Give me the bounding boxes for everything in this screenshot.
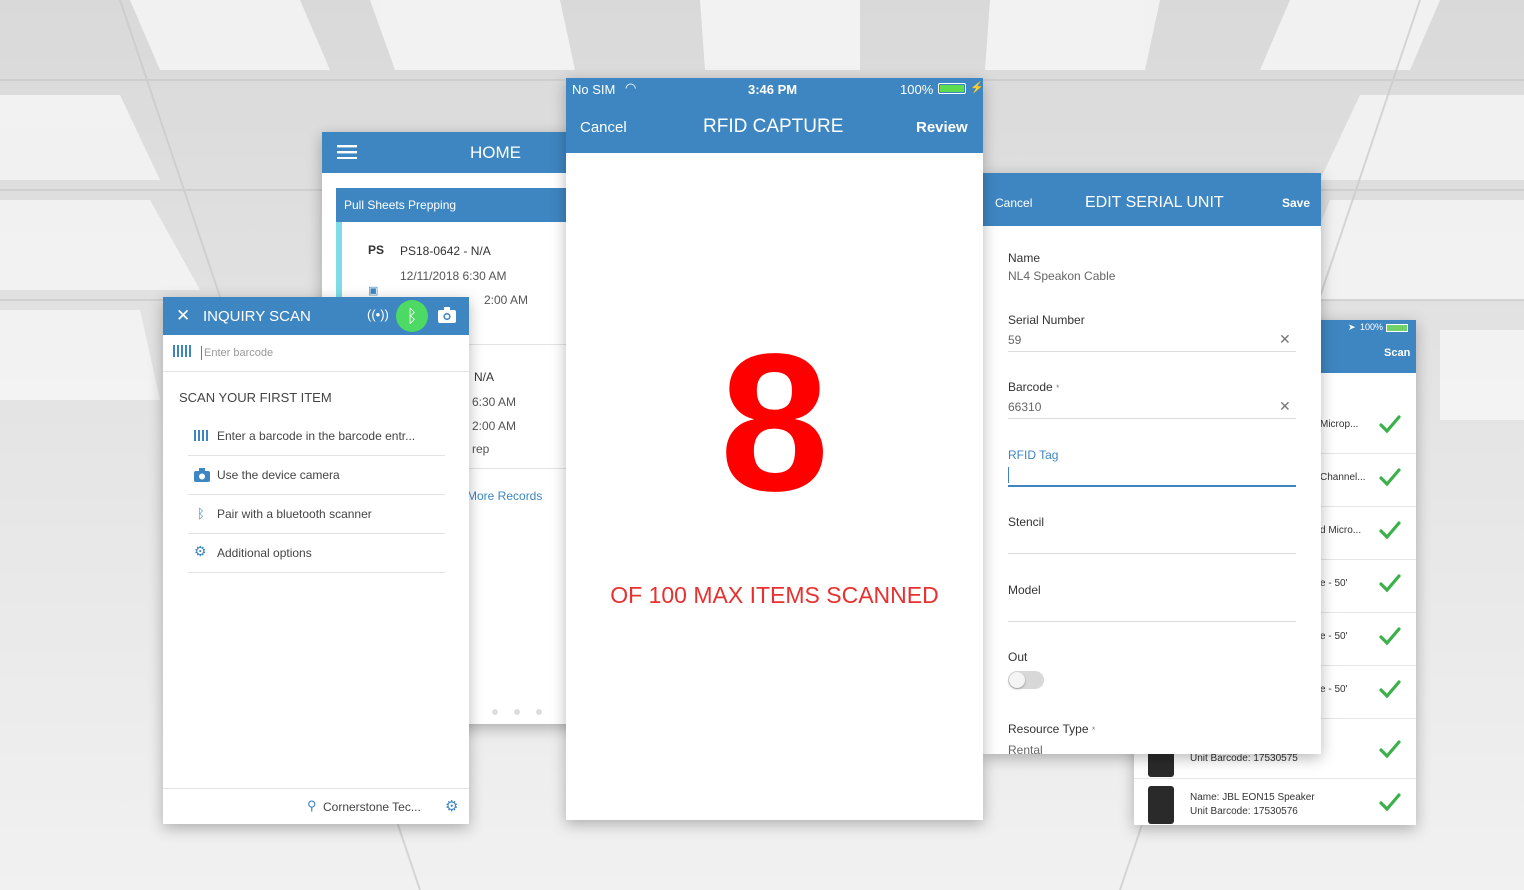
scan-count: 8 bbox=[719, 313, 829, 532]
camera-icon bbox=[194, 468, 210, 482]
close-icon[interactable]: ✕ bbox=[176, 306, 190, 326]
list-item[interactable]: Name: JBL EON15 Speaker Unit Barcode: 17… bbox=[1134, 778, 1416, 825]
rfid-label: RFID Tag bbox=[1008, 448, 1059, 462]
check-icon bbox=[1379, 521, 1401, 540]
record-id: N/A bbox=[474, 370, 495, 384]
more-records-link[interactable]: More Records bbox=[467, 489, 542, 503]
rfid-signal-icon[interactable]: ((•)) bbox=[367, 307, 389, 322]
check-icon bbox=[1379, 574, 1401, 593]
barcode-input[interactable]: Enter barcode bbox=[204, 347, 273, 359]
rfid-capture-screen: No SIM ◠ 3:46 PM 100% ⚡ Cancel RFID CAPT… bbox=[566, 78, 983, 820]
location-icon: ➤ bbox=[1348, 322, 1356, 332]
cancel-button[interactable]: Cancel bbox=[580, 119, 627, 136]
status-battery: 100% bbox=[1360, 322, 1384, 332]
calendar-icon: ▣ bbox=[368, 285, 379, 297]
serial-field[interactable]: 59 bbox=[1008, 333, 1021, 347]
cancel-button[interactable]: Cancel bbox=[995, 196, 1032, 210]
record-status: rep bbox=[472, 442, 490, 456]
model-label: Model bbox=[1008, 583, 1041, 597]
barcode-entry[interactable]: Enter barcode bbox=[163, 335, 469, 372]
save-button[interactable]: Save bbox=[1282, 196, 1310, 210]
barcode-icon bbox=[194, 430, 210, 441]
option-bluetooth-scanner[interactable]: ᛒ Pair with a bluetooth scanner bbox=[188, 495, 445, 534]
rfid-title: RFID CAPTURE bbox=[703, 116, 844, 137]
option-enter-barcode[interactable]: Enter a barcode in the barcode entr... bbox=[188, 417, 445, 456]
check-icon bbox=[1379, 415, 1401, 434]
serial-label: Serial Number bbox=[1008, 313, 1085, 327]
out-label: Out bbox=[1008, 650, 1028, 664]
review-button[interactable]: Review bbox=[916, 119, 968, 136]
status-carrier: No SIM bbox=[572, 82, 616, 97]
edit-header: Cancel EDIT SERIAL UNIT Save bbox=[983, 173, 1321, 226]
record-date: 2:00 AM bbox=[472, 419, 517, 433]
inquiry-title: INQUIRY SCAN bbox=[203, 308, 311, 325]
ps-label: PS bbox=[368, 243, 385, 257]
resource-type-label: Resource Type * bbox=[1008, 722, 1096, 736]
record-id: PS18-0642 - N/A bbox=[400, 244, 491, 258]
record-date: 6:30 AM bbox=[472, 395, 517, 409]
battery-icon bbox=[938, 83, 966, 94]
model-field[interactable] bbox=[1008, 621, 1296, 622]
record-date: 2:00 AM bbox=[484, 293, 529, 307]
record-date: 12/11/2018 6:30 AM bbox=[400, 269, 507, 283]
scan-caption: OF 100 MAX ITEMS SCANNED bbox=[610, 582, 939, 608]
clear-barcode-icon[interactable]: ✕ bbox=[1279, 398, 1291, 415]
page-dots bbox=[492, 702, 542, 720]
stencil-label: Stencil bbox=[1008, 515, 1045, 529]
barcode-field[interactable]: 66310 bbox=[1008, 400, 1041, 414]
battery-icon bbox=[1386, 324, 1408, 332]
resource-type-select[interactable]: Rental bbox=[1008, 743, 1043, 754]
gear-icon: ⚙ bbox=[194, 543, 207, 559]
bluetooth-icon: ᛒ bbox=[197, 506, 205, 521]
inquiry-scan-screen: ✕ INQUIRY SCAN ((•)) ᛒ Enter barcode SCA… bbox=[163, 297, 469, 824]
name-value: NL4 Speakon Cable bbox=[1008, 269, 1116, 283]
inquiry-footer: ⚲ Cornerstone Tec... ⚙ bbox=[163, 788, 469, 824]
rfid-field[interactable] bbox=[1008, 485, 1296, 487]
menu-icon[interactable] bbox=[337, 145, 357, 159]
name-label: Name bbox=[1008, 251, 1041, 265]
bluetooth-icon[interactable]: ᛒ bbox=[396, 300, 428, 332]
check-icon bbox=[1379, 740, 1401, 759]
section-header: Pull Sheets Prepping bbox=[336, 188, 582, 222]
edit-title: EDIT SERIAL UNIT bbox=[1085, 194, 1224, 211]
footer-location[interactable]: Cornerstone Tec... bbox=[323, 800, 421, 814]
inquiry-header: ✕ INQUIRY SCAN ((•)) ᛒ bbox=[163, 297, 469, 335]
clear-serial-icon[interactable]: ✕ bbox=[1279, 331, 1291, 348]
status-time: 3:46 PM bbox=[748, 82, 798, 97]
wifi-icon: ◠ bbox=[625, 80, 637, 95]
check-icon bbox=[1379, 627, 1401, 646]
scan-heading: SCAN YOUR FIRST ITEM bbox=[179, 390, 332, 405]
edit-serial-unit-screen: Cancel EDIT SERIAL UNIT Save Name NL4 Sp… bbox=[983, 173, 1321, 754]
speaker-thumbnail bbox=[1148, 786, 1174, 824]
home-header: HOME bbox=[322, 132, 582, 173]
location-pin-icon: ⚲ bbox=[307, 798, 317, 813]
home-title: HOME bbox=[470, 143, 521, 162]
check-icon bbox=[1379, 680, 1401, 699]
barcode-icon bbox=[173, 345, 191, 357]
settings-gear-icon[interactable]: ⚙ bbox=[445, 797, 458, 815]
rfid-header: No SIM ◠ 3:46 PM 100% ⚡ Cancel RFID CAPT… bbox=[566, 78, 983, 153]
camera-icon[interactable] bbox=[438, 307, 456, 323]
check-icon bbox=[1379, 793, 1401, 812]
option-additional[interactable]: ⚙ Additional options bbox=[188, 534, 445, 573]
status-battery: 100% bbox=[900, 82, 934, 97]
stencil-field[interactable] bbox=[1008, 553, 1296, 554]
text-cursor bbox=[1008, 467, 1009, 483]
barcode-label: Barcode * bbox=[1008, 380, 1060, 394]
option-device-camera[interactable]: Use the device camera bbox=[188, 456, 445, 495]
charging-icon: ⚡ bbox=[970, 82, 983, 94]
out-toggle[interactable] bbox=[1008, 671, 1044, 689]
scan-button[interactable]: Scan bbox=[1384, 347, 1410, 359]
check-icon bbox=[1379, 468, 1401, 487]
